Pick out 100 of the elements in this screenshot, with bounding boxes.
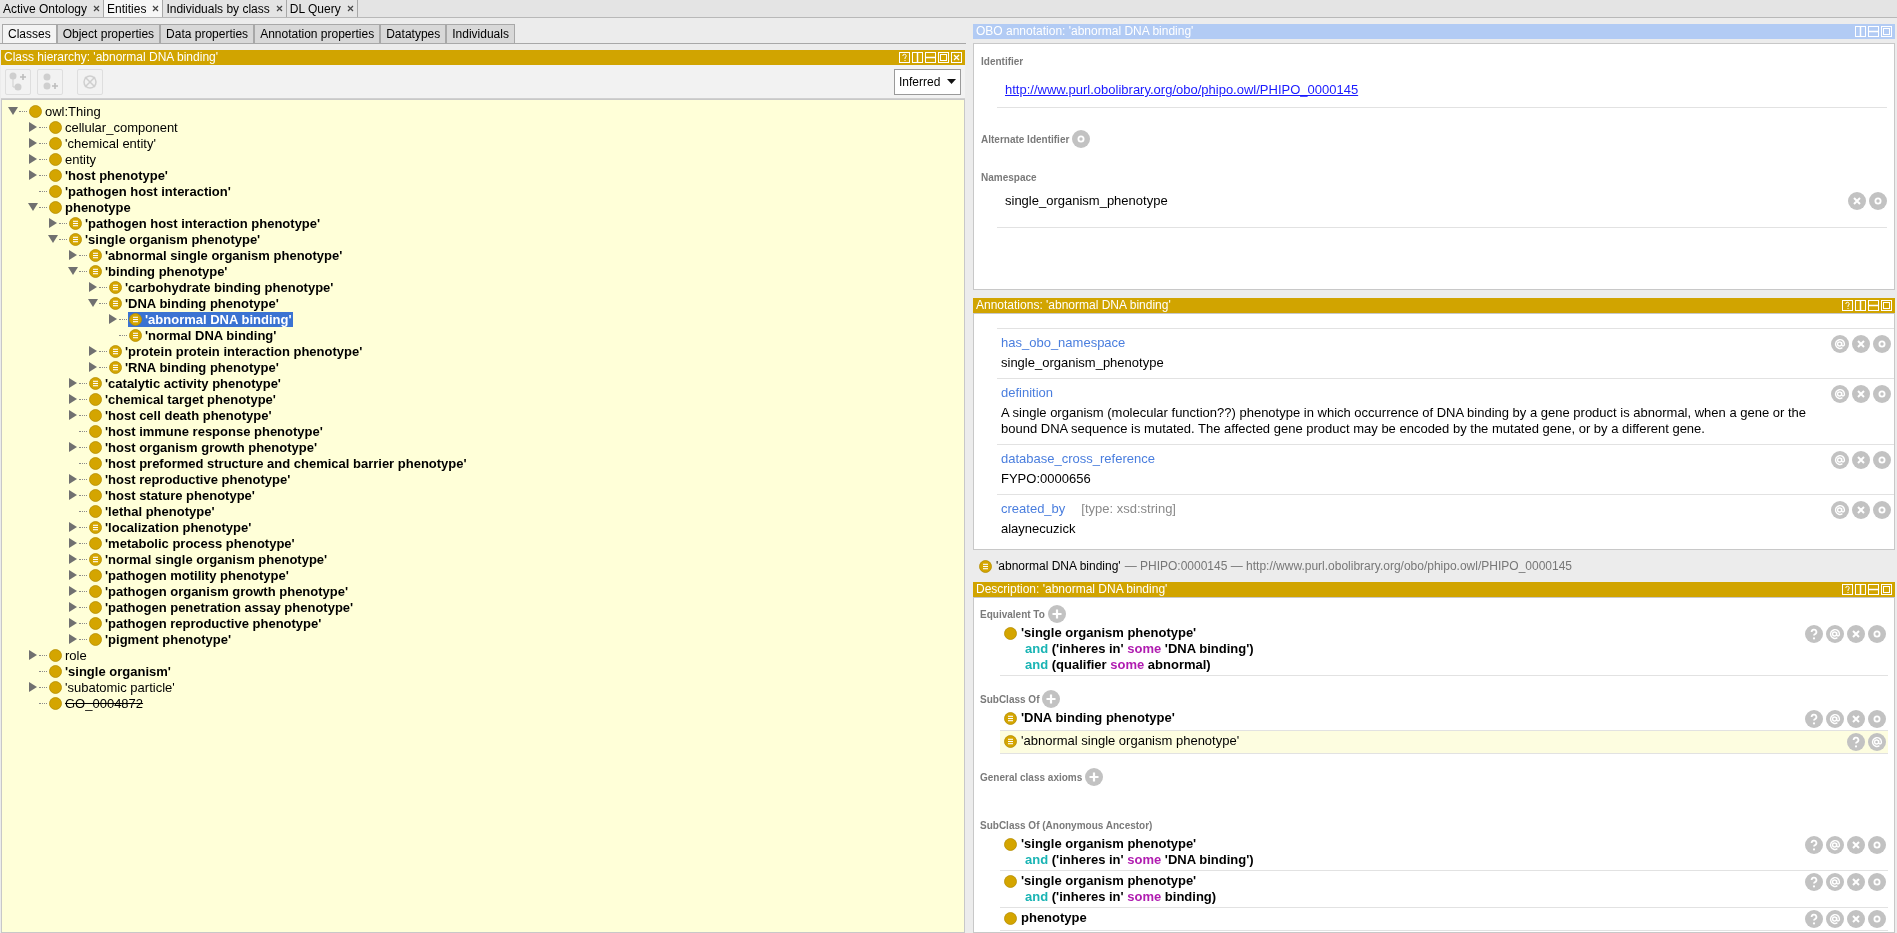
- tree-item[interactable]: 'localization phenotype': [88, 519, 253, 535]
- tree-item[interactable]: 'host cell death phenotype': [88, 407, 273, 423]
- expand-arrow-icon[interactable]: [108, 314, 118, 324]
- delete-button[interactable]: [1852, 501, 1870, 519]
- expand-arrow-icon[interactable]: [88, 346, 98, 356]
- expand-arrow-icon[interactable]: [68, 618, 78, 628]
- delete-button[interactable]: [1847, 836, 1865, 854]
- edit-button[interactable]: [1873, 335, 1891, 353]
- annotation-button[interactable]: [1826, 625, 1844, 643]
- tree-item[interactable]: 'host immune response phenotype': [88, 423, 324, 439]
- maximize-icon[interactable]: [1881, 300, 1892, 311]
- help-icon[interactable]: [899, 52, 910, 63]
- expand-arrow-icon[interactable]: [28, 650, 38, 660]
- tab[interactable]: Annotation properties: [254, 24, 381, 43]
- expand-arrow-icon[interactable]: [68, 570, 78, 580]
- tree-item[interactable]: 'pathogen host interaction': [48, 183, 232, 199]
- expand-arrow-icon[interactable]: [68, 394, 78, 404]
- tree-item[interactable]: 'pathogen reproductive phenotype': [88, 615, 323, 631]
- tree-item[interactable]: GO_0004872: [48, 695, 145, 711]
- edit-button[interactable]: [1072, 130, 1091, 148]
- maximize-icon[interactable]: [1881, 584, 1892, 595]
- tree-item[interactable]: 'lethal phenotype': [88, 503, 216, 519]
- tree-item[interactable]: 'RNA binding phenotype': [108, 359, 280, 375]
- tab[interactable]: Data properties: [160, 24, 255, 43]
- expand-arrow-icon[interactable]: [68, 602, 78, 612]
- expand-arrow-icon[interactable]: [88, 282, 98, 292]
- add-button[interactable]: [1042, 690, 1061, 708]
- split-view-icon[interactable]: [1855, 584, 1866, 595]
- expand-arrow-icon[interactable]: [28, 122, 38, 132]
- tree-item[interactable]: 'pathogen host interaction phenotype': [68, 215, 322, 231]
- minimize-icon[interactable]: [925, 52, 936, 63]
- tree-item[interactable]: 'chemical target phenotype': [88, 391, 277, 407]
- expand-arrow-icon[interactable]: [28, 138, 38, 148]
- explain-button[interactable]: [1805, 710, 1823, 728]
- explain-button[interactable]: [1805, 873, 1823, 891]
- tree-item[interactable]: owl:Thing: [28, 103, 102, 119]
- tree-item[interactable]: 'binding phenotype': [88, 263, 229, 279]
- maximize-icon[interactable]: [1881, 26, 1892, 37]
- tree-item[interactable]: 'host phenotype': [48, 167, 169, 183]
- tree-item[interactable]: 'catalytic activity phenotype': [88, 375, 282, 391]
- expand-arrow-icon[interactable]: [88, 362, 98, 372]
- delete-class-button[interactable]: [77, 68, 103, 95]
- split-view-icon[interactable]: [1855, 300, 1866, 311]
- tab[interactable]: Classes: [2, 24, 57, 43]
- minimize-icon[interactable]: [1868, 300, 1879, 311]
- axiom-row[interactable]: 'single organism phenotype' and ('inheres in' some 'DNA binding'): [1000, 834, 1888, 871]
- help-icon[interactable]: [1842, 300, 1853, 311]
- axiom-row[interactable]: 'DNA binding phenotype': [1000, 708, 1888, 731]
- maximize-icon[interactable]: [938, 52, 949, 63]
- tree-item[interactable]: 'host stature phenotype': [88, 487, 256, 503]
- tree-item[interactable]: role: [48, 647, 88, 663]
- axiom-row[interactable]: 'single organism phenotype' and ('inheres in' some binding): [1000, 871, 1888, 908]
- expand-arrow-icon[interactable]: [48, 218, 58, 228]
- expand-arrow-icon[interactable]: [28, 154, 38, 164]
- delete-button[interactable]: [1847, 910, 1865, 928]
- tab[interactable]: Active Ontology: [0, 0, 105, 17]
- edit-button[interactable]: [1868, 873, 1886, 891]
- expand-arrow-icon[interactable]: [68, 538, 78, 548]
- annotation-button[interactable]: [1826, 836, 1844, 854]
- split-view-icon[interactable]: [912, 52, 923, 63]
- tree-item[interactable]: 'host organism growth phenotype': [88, 439, 319, 455]
- add-subclass-button[interactable]: [5, 68, 31, 95]
- tree-item[interactable]: cellular_component: [48, 119, 179, 135]
- tab[interactable]: Individuals: [446, 24, 515, 43]
- tree-item[interactable]: 'host preformed structure and chemical barrier phenotype': [88, 455, 468, 471]
- explain-button[interactable]: [1805, 836, 1823, 854]
- expand-arrow-icon[interactable]: [68, 410, 78, 420]
- expand-arrow-icon[interactable]: [68, 586, 78, 596]
- property-link[interactable]: has_obo_namespace: [1001, 335, 1126, 351]
- explain-button[interactable]: [1805, 910, 1823, 928]
- collapse-arrow-icon[interactable]: [48, 234, 58, 244]
- annotation-button[interactable]: [1826, 910, 1844, 928]
- tree-item[interactable]: 'metabolic process phenotype': [88, 535, 296, 551]
- tree-item[interactable]: 'normal single organism phenotype': [88, 551, 329, 567]
- tree-item[interactable]: 'normal DNA binding': [128, 327, 278, 343]
- tree-item[interactable]: 'subatomic particle': [48, 679, 176, 695]
- expand-arrow-icon[interactable]: [68, 474, 78, 484]
- axiom-row[interactable]: 'abnormal single organism phenotype': [1000, 731, 1888, 754]
- expand-arrow-icon[interactable]: [68, 554, 78, 564]
- minimize-icon[interactable]: [1868, 26, 1879, 37]
- add-button[interactable]: [1047, 605, 1066, 623]
- expand-arrow-icon[interactable]: [68, 522, 78, 532]
- tree-item[interactable]: entity: [48, 151, 98, 167]
- edit-button[interactable]: [1869, 191, 1887, 210]
- tree-item[interactable]: 'DNA binding phenotype': [108, 295, 280, 311]
- mode-dropdown[interactable]: Inferred: [894, 68, 961, 95]
- tree-item[interactable]: 'abnormal single organism phenotype': [88, 247, 344, 263]
- add-button[interactable]: [1085, 768, 1104, 786]
- edit-button[interactable]: [1873, 501, 1891, 519]
- annotation-button[interactable]: [1831, 385, 1849, 403]
- annotation-button[interactable]: [1831, 501, 1849, 519]
- edit-button[interactable]: [1868, 836, 1886, 854]
- close-icon[interactable]: [275, 5, 283, 12]
- expand-arrow-icon[interactable]: [68, 378, 78, 388]
- edit-button[interactable]: [1873, 451, 1891, 469]
- edit-button[interactable]: [1873, 385, 1891, 403]
- tab[interactable]: Entities: [104, 0, 164, 17]
- tree-item[interactable]: 'pigment phenotype': [88, 631, 233, 647]
- explain-button[interactable]: [1847, 733, 1865, 751]
- close-icon[interactable]: [93, 5, 101, 12]
